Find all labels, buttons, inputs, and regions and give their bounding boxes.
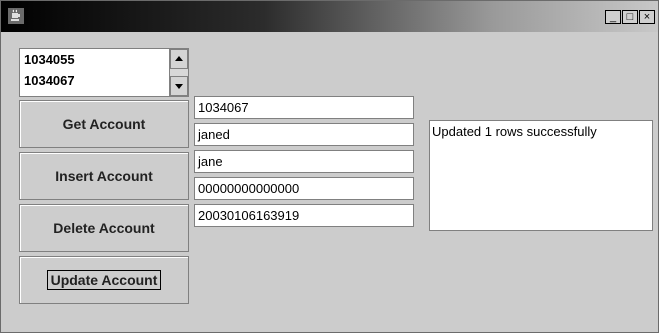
- minimize-button[interactable]: _: [605, 10, 621, 24]
- insert-account-label: Insert Account: [55, 168, 153, 184]
- maximize-icon: □: [626, 11, 634, 23]
- insert-account-button[interactable]: Insert Account: [19, 152, 189, 200]
- update-account-button[interactable]: Update Account: [19, 256, 189, 304]
- scroll-down-button[interactable]: [170, 76, 188, 96]
- arrow-up-icon: [175, 56, 183, 61]
- title-bar[interactable]: _ □ ×: [1, 1, 658, 32]
- status-output[interactable]: Updated 1 rows successfully: [429, 120, 653, 231]
- delete-account-button[interactable]: Delete Account: [19, 204, 189, 252]
- scroll-up-button[interactable]: [170, 49, 188, 69]
- get-account-button[interactable]: Get Account: [19, 100, 189, 148]
- close-icon: ×: [643, 11, 651, 23]
- close-button[interactable]: ×: [639, 10, 655, 24]
- app-window: _ □ × 1034055 1034067 Get Account Insert…: [0, 0, 659, 333]
- minimize-icon: _: [609, 11, 617, 23]
- app-icon[interactable]: [7, 7, 25, 25]
- timestamp-field[interactable]: 20030106163919: [194, 204, 414, 227]
- get-account-label: Get Account: [62, 116, 146, 132]
- delete-account-label: Delete Account: [53, 220, 155, 236]
- account-list[interactable]: 1034055 1034067: [19, 48, 189, 97]
- list-scrollbar[interactable]: [169, 49, 188, 96]
- maximize-button[interactable]: □: [622, 10, 638, 24]
- list-item[interactable]: 1034055: [24, 52, 75, 67]
- username-field[interactable]: janed: [194, 123, 414, 146]
- arrow-down-icon: [175, 84, 183, 89]
- first-name-field[interactable]: jane: [194, 150, 414, 173]
- account-id-field[interactable]: 1034067: [194, 96, 414, 119]
- main-panel: 1034055 1034067 Get Account Insert Accou…: [1, 32, 658, 332]
- update-account-label: Update Account: [46, 270, 162, 290]
- number-field[interactable]: 00000000000000: [194, 177, 414, 200]
- list-item[interactable]: 1034067: [24, 73, 75, 88]
